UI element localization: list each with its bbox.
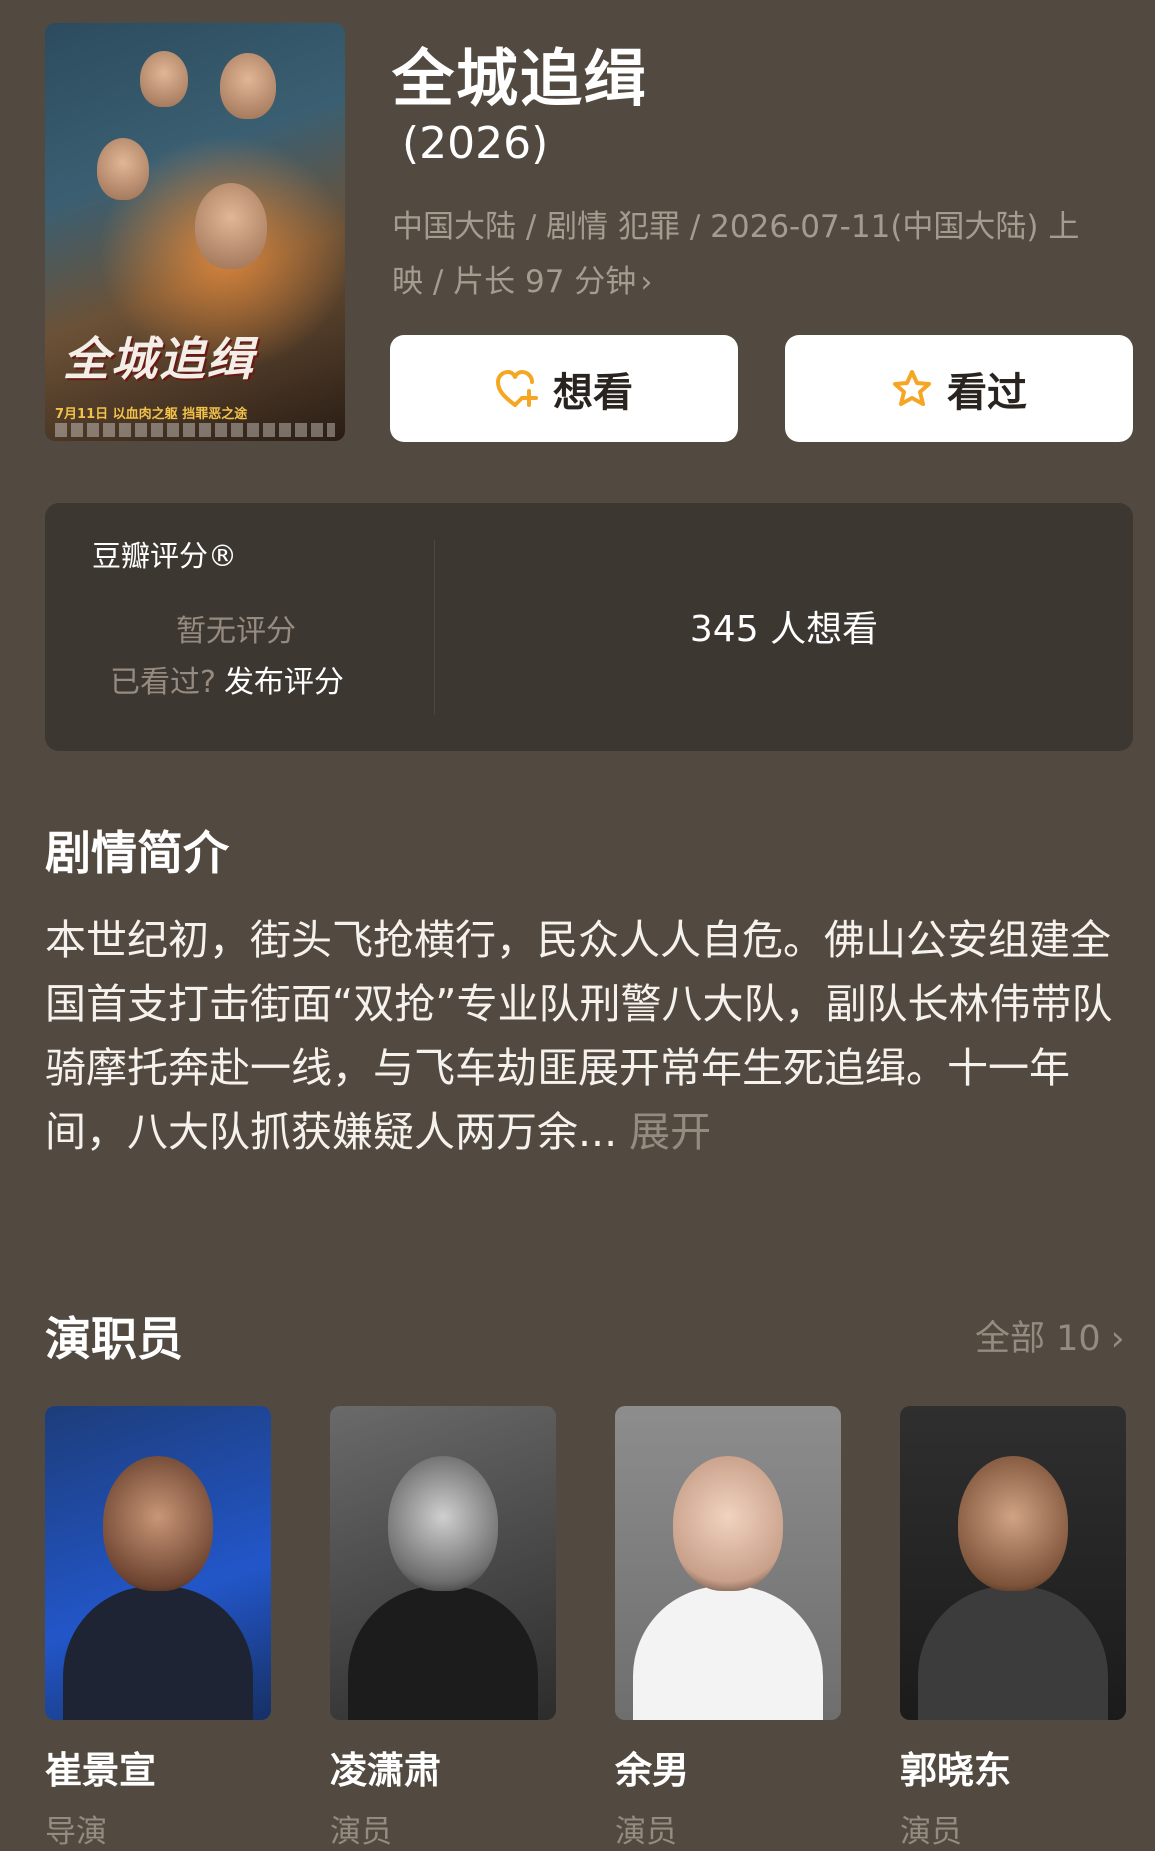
synopsis-body: 本世纪初，街头飞抢横行，民众人人自危。佛山公安组建全国首支打击街面“双抢”专业队… [45,916,1113,1156]
cast-photo-head [388,1456,498,1591]
heart-plus-icon [496,369,538,407]
poster-figure [140,51,188,107]
publish-rating-link[interactable]: 发布评分 [224,665,344,700]
poster-tagline: 7月11日 以血肉之躯 挡罪恶之途 [55,407,248,422]
want-to-watch-label: 想看 [553,369,633,416]
view-all-cast-label: 全部 10 [975,1319,1101,1359]
poster-figure [97,138,149,200]
poster-figure [195,183,267,269]
expand-synopsis-link[interactable]: 展开 [629,1108,711,1156]
cast-name: 余男 [615,1749,689,1792]
no-rating-text: 暂无评分 [176,614,296,649]
cast-photo [615,1406,841,1720]
movie-meta-line2-wrap: 映 / 片长 97 分钟 › [392,255,1132,310]
cast-member[interactable]: 崔景宣 导演 [45,1406,271,1851]
cast-photo [900,1406,1126,1720]
rating-prompt: 已看过? 发布评分 [110,657,344,701]
cast-member[interactable]: 郭晓东 演员 [900,1406,1126,1851]
movie-poster[interactable]: 全城追缉 7月11日 以血肉之躯 挡罪恶之途 [45,23,345,441]
cast-photo-body [633,1586,823,1720]
cast-member[interactable]: 余男 演员 [615,1406,841,1851]
cast-photo-body [63,1586,253,1720]
view-all-cast-link[interactable]: 全部 10 › [975,1310,1125,1361]
cast-photo-body [348,1586,538,1720]
star-icon [893,369,931,406]
cast-photo [330,1406,556,1720]
synopsis-heading: 剧情简介 [45,826,229,880]
cast-name: 郭晓东 [900,1749,1011,1792]
synopsis-text: 本世纪初，街头飞抢横行，民众人人自危。佛山公安组建全国首支打击街面“双抢”专业队… [45,908,1125,1164]
cast-role: 导演 [45,1814,107,1850]
cast-photo [45,1406,271,1720]
movie-title: 全城追缉 [392,42,649,115]
want-to-watch-button[interactable]: 想看 [390,335,738,442]
poster-figure [220,53,276,119]
cast-role: 演员 [900,1814,962,1850]
movie-meta[interactable]: 中国大陆 / 剧情 犯罪 / 2026-07-11(中国大陆) 上 映 / 片长… [392,200,1132,310]
cast-photo-head [958,1456,1068,1591]
cast-name: 崔景宣 [45,1749,156,1792]
seen-question: 已看过? [110,665,216,700]
movie-meta-line1: 中国大陆 / 剧情 犯罪 / 2026-07-11(中国大陆) 上 [392,209,1080,245]
douban-rating-label: 豆瓣评分® [92,539,238,573]
cast-photo-head [103,1456,213,1591]
cast-role: 演员 [330,1814,392,1850]
poster-credits [55,423,335,437]
cast-heading: 演职员 [45,1312,183,1366]
cast-role: 演员 [615,1814,677,1850]
movie-year: (2026) [402,118,549,169]
watched-button[interactable]: 看过 [785,335,1133,442]
watched-label: 看过 [947,369,1027,416]
cast-member[interactable]: 凌潇肃 演员 [330,1406,556,1851]
cast-name: 凌潇肃 [330,1749,441,1792]
cast-photo-head [673,1456,783,1591]
movie-meta-line2: 映 / 片长 97 分钟 [392,264,637,300]
cast-photo-body [918,1586,1108,1720]
poster-title-art: 全城追缉 [63,332,255,386]
want-count: 345 人想看 [689,609,879,650]
chevron-right-icon: › [1110,1319,1125,1359]
chevron-right-icon: › [640,265,653,300]
